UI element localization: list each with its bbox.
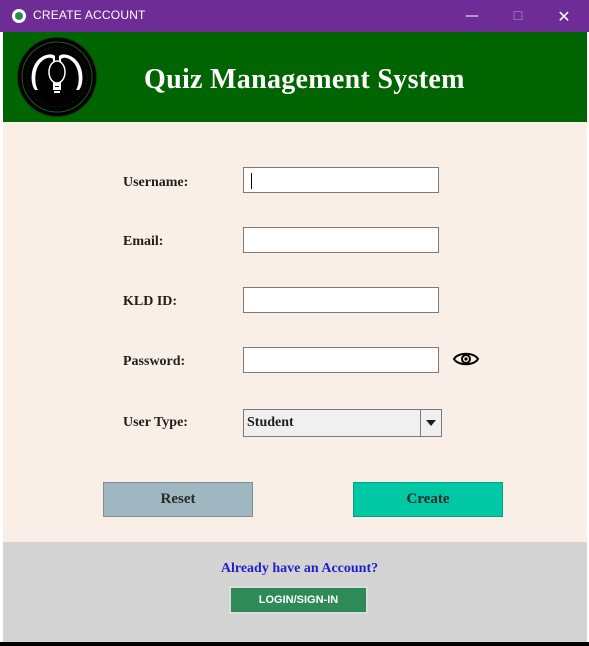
footer-panel: Already have an Account? LOGIN/SIGN-IN — [3, 542, 587, 642]
create-account-form: Username: Email: KLD ID: Password: User … — [3, 122, 587, 542]
user-type-select[interactable]: Student — [243, 409, 442, 437]
title-bar: CREATE ACCOUNT — ☐ ✕ — [0, 0, 589, 32]
header-banner: Quiz Management System — [3, 32, 587, 122]
create-button[interactable]: Create — [353, 482, 503, 517]
already-have-account-link[interactable]: Already have an Account? — [3, 561, 589, 577]
email-input[interactable] — [243, 227, 439, 253]
username-input[interactable] — [243, 167, 439, 193]
reset-button[interactable]: Reset — [103, 482, 253, 517]
window-title: CREATE ACCOUNT — [33, 8, 146, 22]
maximize-button[interactable]: ☐ — [495, 0, 541, 32]
password-input[interactable] — [243, 347, 439, 373]
email-label: Email: — [123, 234, 164, 249]
window-bottom-edge — [0, 642, 589, 646]
login-signin-button[interactable]: LOGIN/SIGN-IN — [229, 586, 368, 614]
create-account-window: Quiz Management System Username: Email: … — [3, 32, 587, 642]
eye-icon[interactable] — [452, 350, 480, 368]
lightbulb-heads-logo-icon — [17, 37, 97, 117]
chevron-down-icon[interactable] — [420, 410, 441, 436]
app-icon — [12, 9, 26, 23]
close-button[interactable]: ✕ — [541, 0, 587, 32]
user-type-label: User Type: — [123, 415, 188, 430]
text-caret — [251, 173, 252, 189]
minimize-button[interactable]: — — [449, 0, 495, 32]
username-label: Username: — [123, 175, 189, 190]
kld-id-label: KLD ID: — [123, 294, 178, 309]
user-type-value: Student — [247, 415, 294, 430]
kld-id-input[interactable] — [243, 287, 439, 313]
password-label: Password: — [123, 354, 186, 369]
app-title: Quiz Management System — [144, 64, 465, 95]
